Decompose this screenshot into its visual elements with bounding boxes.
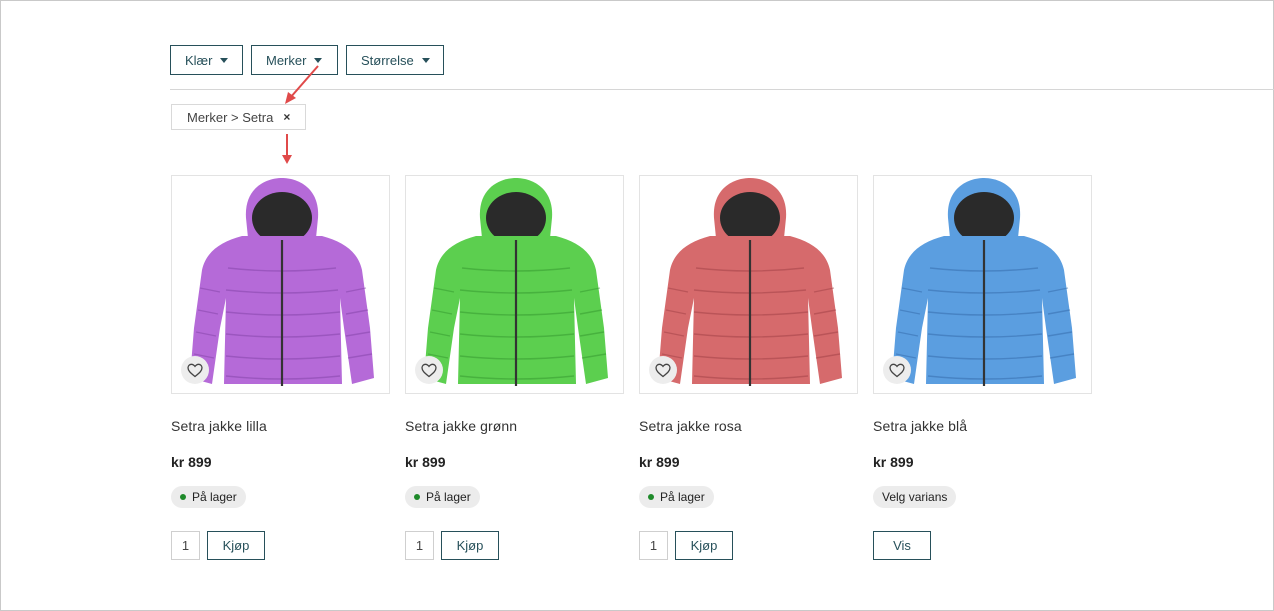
stock-badge: På lager	[171, 486, 246, 508]
stock-dot-icon	[414, 494, 420, 500]
heart-icon	[421, 363, 437, 377]
stock-badge: På lager	[405, 486, 480, 508]
jacket-image	[658, 178, 842, 386]
favorite-button[interactable]	[415, 356, 443, 384]
product-title[interactable]: Setra jakke lilla	[171, 418, 390, 434]
stock-dot-icon	[648, 494, 654, 500]
product-price: kr 899	[639, 454, 680, 470]
product-card: Setra jakke blå kr 899 Velg varians Vis	[873, 175, 1092, 560]
stock-badge: På lager	[639, 486, 714, 508]
stock-dot-icon	[180, 494, 186, 500]
product-card: Setra jakke lilla kr 899 På lager 1 Kjøp	[171, 175, 390, 560]
product-grid: Setra jakke lilla kr 899 På lager 1Kjøp	[171, 175, 1092, 560]
product-title[interactable]: Setra jakke grønn	[405, 418, 624, 434]
buy-button[interactable]: Kjøp	[207, 531, 265, 560]
close-icon[interactable]: ×	[283, 110, 290, 124]
product-image[interactable]	[405, 175, 624, 394]
buy-button[interactable]: Kjøp	[441, 531, 499, 560]
filter-klaer-dropdown[interactable]: Klær	[170, 45, 243, 75]
product-image[interactable]	[873, 175, 1092, 394]
jacket-image	[190, 178, 374, 386]
filter-label: Klær	[185, 52, 213, 68]
divider	[170, 89, 1274, 90]
caret-down-icon	[421, 58, 430, 63]
product-card: Setra jakke grønn kr 899 På lager 1 Kjøp	[405, 175, 624, 560]
buy-row: 1 Kjøp	[639, 531, 858, 560]
quantity-input[interactable]: 1	[405, 531, 434, 560]
buy-row: Vis	[873, 531, 1092, 560]
stock-label: På lager	[660, 490, 705, 504]
product-image[interactable]	[639, 175, 858, 394]
buy-row: 1 Kjøp	[405, 531, 624, 560]
view-button[interactable]: Vis	[873, 531, 931, 560]
product-title[interactable]: Setra jakke blå	[873, 418, 1092, 434]
product-price: kr 899	[405, 454, 446, 470]
stock-label: På lager	[192, 490, 237, 504]
product-title[interactable]: Setra jakke rosa	[639, 418, 858, 434]
heart-icon	[889, 363, 905, 377]
jacket-image	[424, 178, 608, 386]
jacket-image	[892, 178, 1076, 386]
buy-row: 1 Kjøp	[171, 531, 390, 560]
filter-label: Størrelse	[361, 52, 414, 68]
caret-down-icon	[220, 58, 229, 63]
heart-icon	[187, 363, 203, 377]
stock-label: På lager	[426, 490, 471, 504]
active-filter-label: Merker > Setra	[187, 109, 274, 125]
stock-badge: Velg varians	[873, 486, 957, 508]
stock-label: Velg varians	[882, 490, 948, 504]
filter-storrelse-dropdown[interactable]: Størrelse	[346, 45, 444, 75]
product-image[interactable]	[171, 175, 390, 394]
annotation-arrow-icon	[285, 65, 319, 104]
quantity-input[interactable]: 1	[171, 531, 200, 560]
favorite-button[interactable]	[181, 356, 209, 384]
buy-button[interactable]: Kjøp	[675, 531, 733, 560]
annotation-arrow-icon	[282, 134, 292, 164]
product-price: kr 899	[171, 454, 212, 470]
favorite-button[interactable]	[649, 356, 677, 384]
product-card: Setra jakke rosa kr 899 På lager 1 Kjøp	[639, 175, 858, 560]
heart-icon	[655, 363, 671, 377]
favorite-button[interactable]	[883, 356, 911, 384]
product-price: kr 899	[873, 454, 914, 470]
quantity-input[interactable]: 1	[639, 531, 668, 560]
